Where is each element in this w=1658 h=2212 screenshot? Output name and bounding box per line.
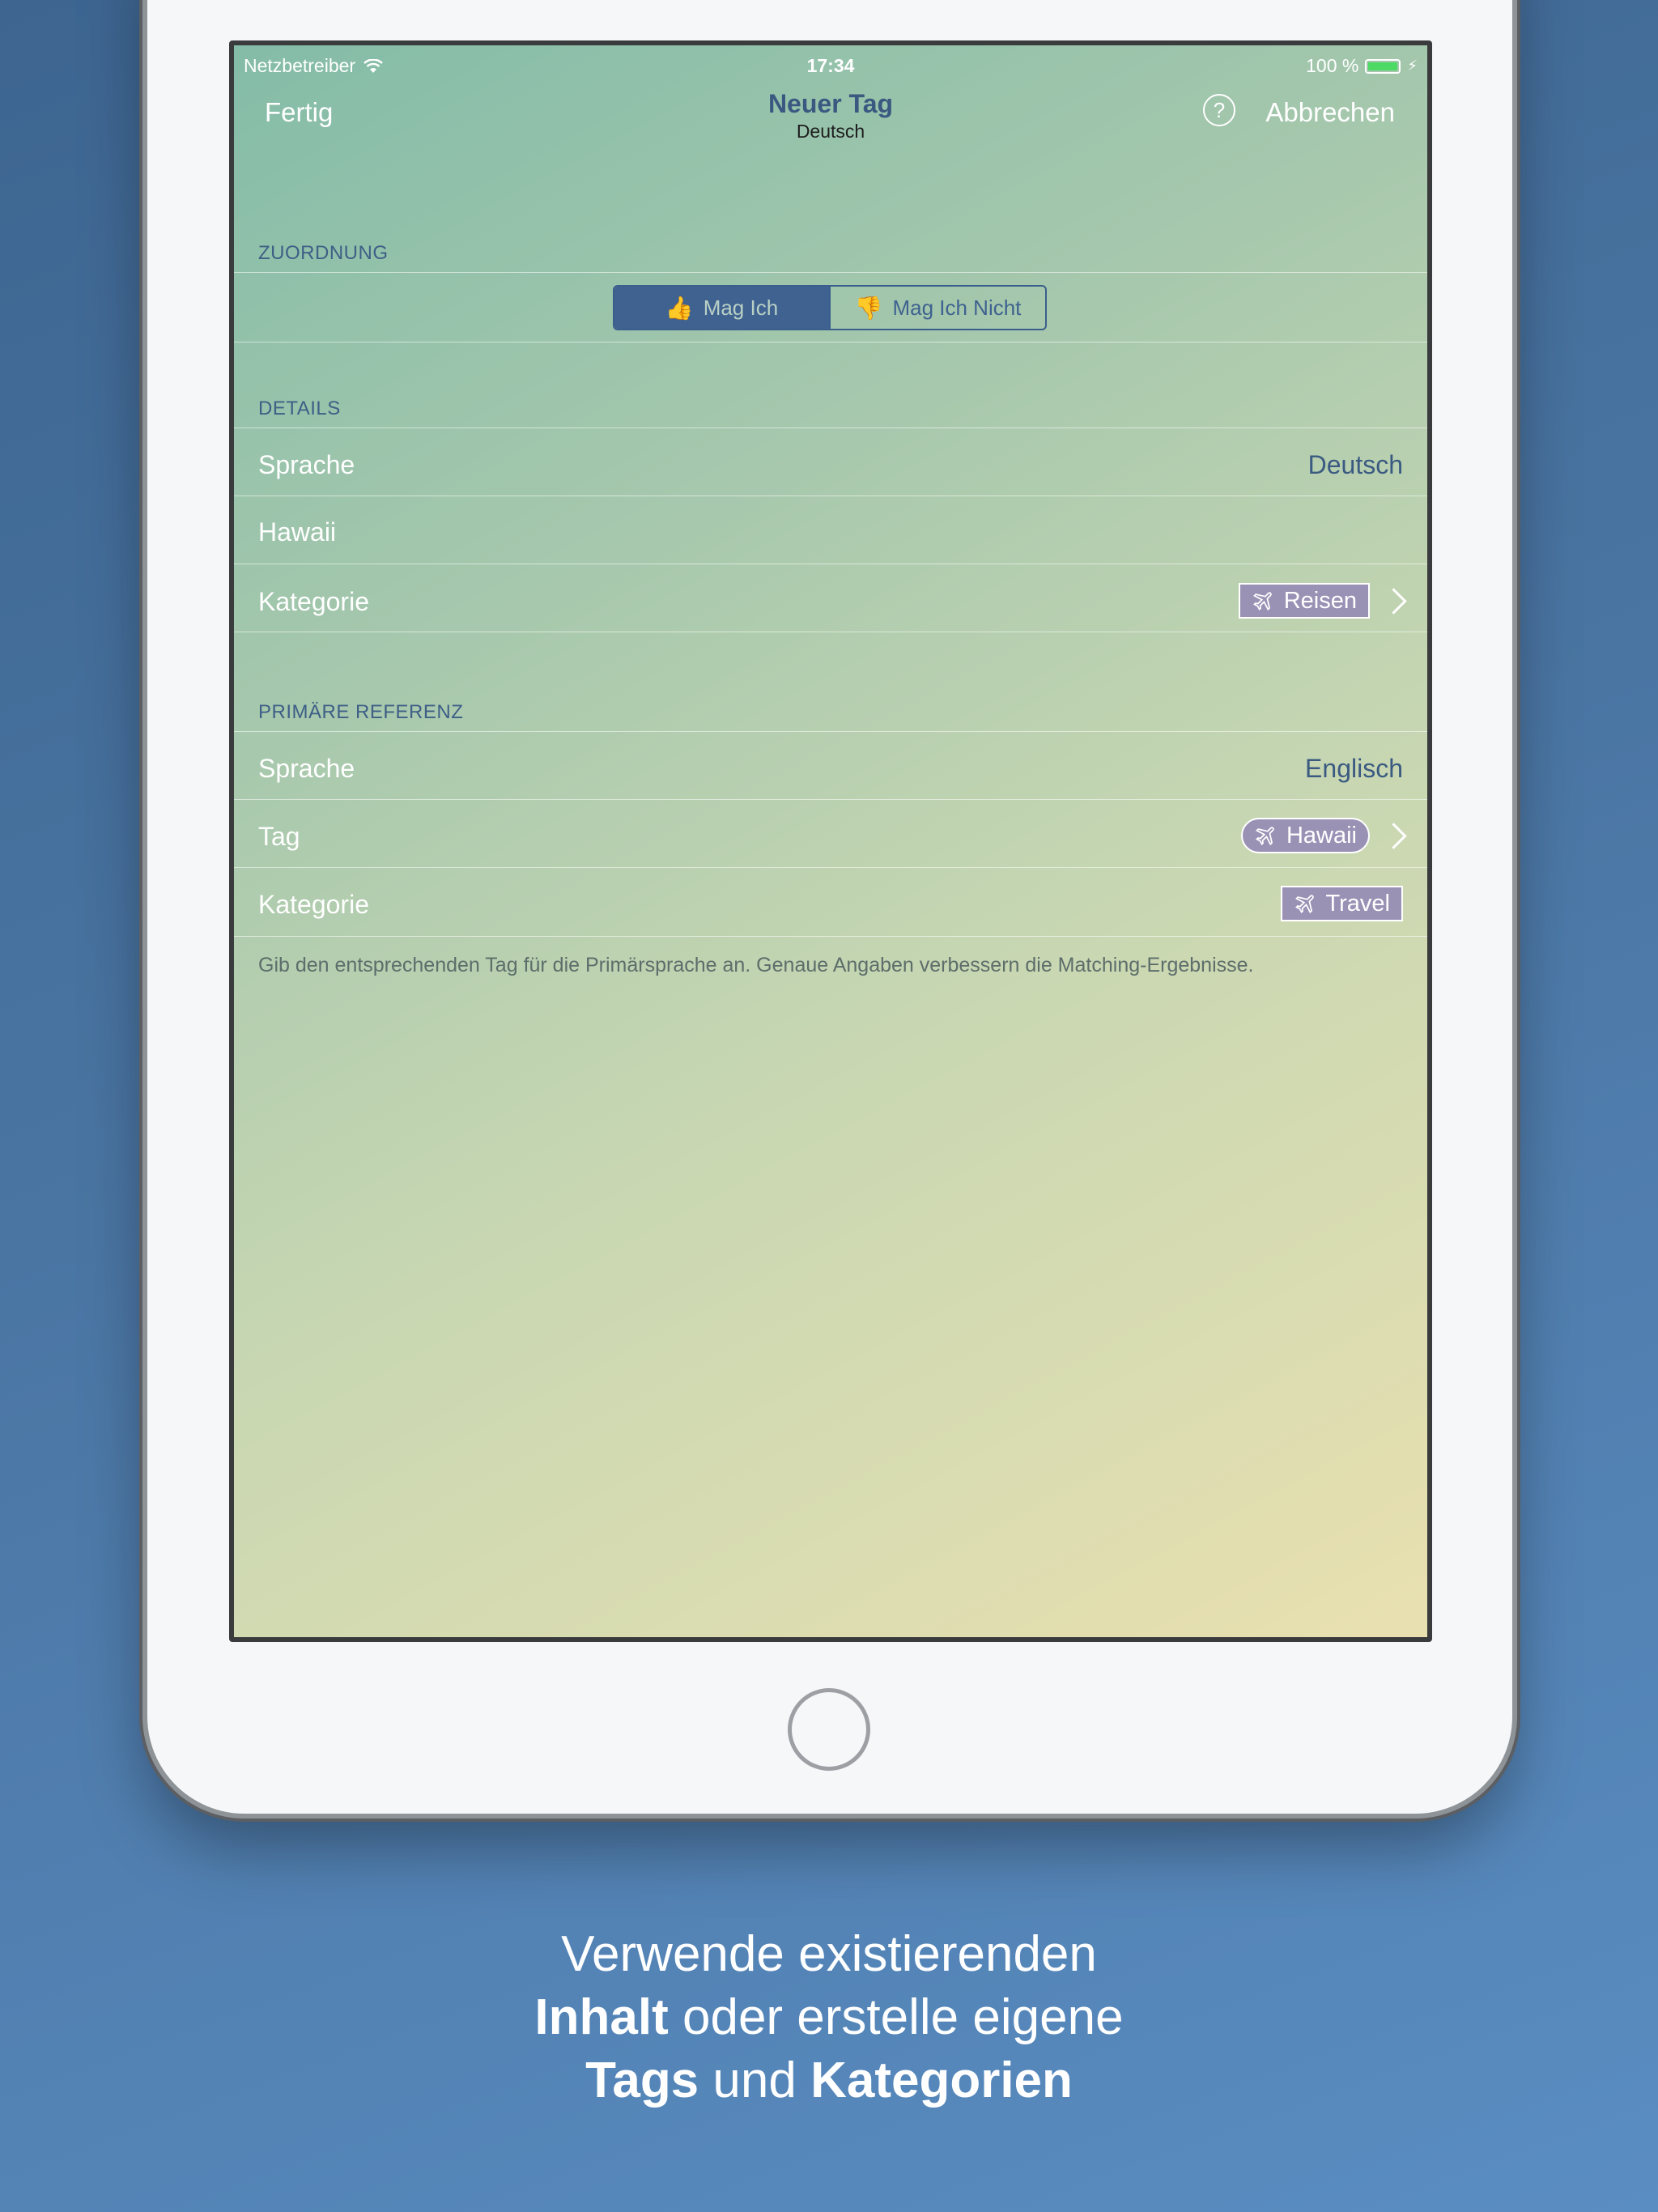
title-text: Neuer Tag <box>767 89 894 118</box>
marketing-caption: Verwende existierenden Inhalt oder erste… <box>0 1923 1658 2112</box>
divider <box>234 867 1427 868</box>
section-header-zuordnung: ZUORDNUNG <box>258 242 389 264</box>
segment-like[interactable]: 👍 Mag Ich <box>614 287 829 329</box>
chevron-right-icon <box>1380 587 1407 615</box>
divider <box>234 272 1427 273</box>
page-title: Neuer Tag Deutsch <box>234 89 1427 143</box>
details-language-label: Sprache <box>258 450 355 479</box>
thumbs-up-icon: 👍 <box>665 295 694 321</box>
details-category-label: Kategorie <box>258 587 369 616</box>
section-footer-note: Gib den entsprechenden Tag für die Primä… <box>258 954 1254 976</box>
home-button[interactable] <box>788 1688 870 1771</box>
like-segmented-control[interactable]: 👍 Mag Ich 👎 Mag Ich Nicht <box>613 285 1047 330</box>
section-header-primary: PRIMÄRE REFERENZ <box>258 701 464 723</box>
primary-category-value: Travel <box>1280 886 1403 921</box>
cancel-button[interactable]: Abbrechen <box>1265 97 1395 128</box>
caption-line-1: Verwende existierenden <box>561 1926 1097 1982</box>
help-icon[interactable]: ? <box>1203 94 1235 126</box>
charging-icon: ⚡ <box>1407 57 1418 74</box>
airplane-icon <box>1295 895 1314 914</box>
primary-tag-label: Tag <box>258 822 300 851</box>
category-tag-reisen: Reisen <box>1238 583 1370 619</box>
primary-category-label: Kategorie <box>258 890 369 919</box>
category-tag-travel: Travel <box>1280 886 1403 921</box>
caption-line-2: Inhalt oder erstelle eigene <box>534 1989 1124 2045</box>
airplane-icon <box>1252 592 1272 611</box>
divider <box>234 936 1427 937</box>
details-category-selector[interactable]: Reisen <box>1238 583 1407 619</box>
section-header-details: DETAILS <box>258 398 341 419</box>
caption-line-3: Tags und Kategorien <box>585 2052 1073 2108</box>
subtitle-text: Deutsch <box>796 121 865 142</box>
chevron-right-icon <box>1380 822 1407 849</box>
airplane-icon <box>1256 827 1274 846</box>
status-time: 17:34 <box>806 55 855 76</box>
primary-language-value[interactable]: Englisch <box>1305 754 1403 784</box>
details-language-value[interactable]: Deutsch <box>1308 450 1403 480</box>
details-name-field[interactable]: Hawaii <box>258 517 336 547</box>
divider <box>234 731 1427 732</box>
primary-language-label: Sprache <box>258 754 355 783</box>
segment-dislike[interactable]: 👎 Mag Ich Nicht <box>829 287 1045 329</box>
app-screen: Netzbetreiber 17:34 100 % ⚡ Fertig Neuer… <box>229 40 1432 1642</box>
battery-icon <box>1365 58 1401 74</box>
divider <box>234 799 1427 800</box>
primary-tag-selector[interactable]: Hawaii <box>1240 818 1407 853</box>
tag-hawaii: Hawaii <box>1240 818 1370 853</box>
status-battery: 100 % ⚡ <box>1306 55 1418 76</box>
thumbs-down-icon: 👎 <box>854 295 883 321</box>
